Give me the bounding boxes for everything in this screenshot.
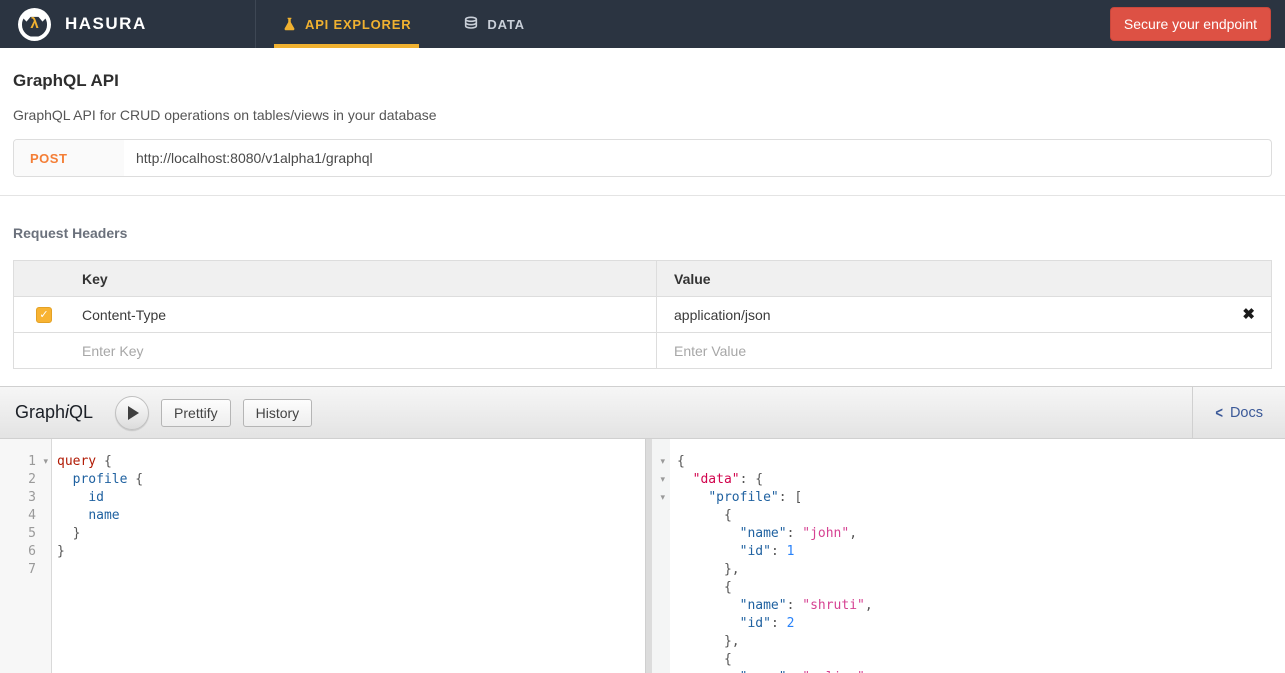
tab-api-explorer[interactable]: API EXPLORER (256, 0, 437, 48)
brand-name: HASURA (65, 14, 147, 34)
page-subtitle: GraphQL API for CRUD operations on table… (13, 107, 1272, 123)
line-number: 5 (28, 526, 36, 541)
code-line: "name": "shruti", (677, 598, 1285, 616)
table-header-row: Key Value (14, 261, 1271, 297)
header-row-content-type: ✓ ✖ (14, 297, 1271, 333)
new-header-value-input[interactable] (674, 333, 1271, 368)
header-key-input[interactable] (82, 297, 656, 332)
line-number: 1 (28, 454, 36, 469)
gutter-row (652, 580, 670, 598)
gutter-row: 1▾ (0, 454, 51, 472)
query-editor[interactable]: 1▾234567 query { profile { id name }} (0, 439, 645, 673)
code-line: profile { (57, 472, 645, 490)
code-line (57, 562, 645, 580)
line-number: 4 (28, 508, 36, 523)
gutter-row (652, 616, 670, 634)
pane-resize-handle[interactable] (645, 439, 652, 673)
history-button[interactable]: History (243, 399, 313, 427)
gutter-row (652, 652, 670, 670)
code-line: } (57, 526, 645, 544)
gutter-row (652, 508, 670, 526)
code-line: query { (57, 454, 645, 472)
code-line: name (57, 508, 645, 526)
response-code: { "data": { "profile": [ { "name": "john… (670, 439, 1285, 673)
brand: λ HASURA (0, 0, 255, 48)
graphiql-logo: GraphiQL (15, 402, 93, 423)
column-header-key: Key (14, 271, 108, 287)
remove-header-icon[interactable]: ✖ (1242, 307, 1255, 322)
navbar-tabs: API EXPLORER DATA (256, 0, 551, 48)
secure-endpoint-button[interactable]: Secure your endpoint (1110, 7, 1271, 41)
gutter-row: ▾ (652, 472, 670, 490)
execute-query-button[interactable] (115, 396, 149, 430)
tab-label: DATA (487, 17, 524, 32)
line-number: 3 (28, 490, 36, 505)
header-enabled-checkbox[interactable]: ✓ (36, 307, 52, 323)
line-number: 2 (28, 472, 36, 487)
gutter-row: ▾ (652, 490, 670, 508)
gutter-row (652, 544, 670, 562)
database-icon (463, 16, 479, 32)
prettify-button[interactable]: Prettify (161, 399, 231, 427)
docs-toggle-button[interactable]: < Docs (1192, 387, 1285, 438)
docs-label: Docs (1230, 405, 1263, 421)
code-line: { (677, 652, 1285, 670)
hasura-logo-icon: λ (18, 8, 51, 41)
fold-arrow-icon[interactable]: ▾ (43, 456, 48, 467)
http-method-badge: POST (14, 140, 124, 176)
request-headers-title: Request Headers (13, 225, 1272, 241)
code-line: "profile": [ (677, 490, 1285, 508)
code-line: { (677, 508, 1285, 526)
gutter-row: 7 (0, 562, 51, 580)
code-line: }, (677, 634, 1285, 652)
gutter-row: 6 (0, 544, 51, 562)
tab-data[interactable]: DATA (437, 0, 550, 48)
gutter-row: ▾ (652, 454, 670, 472)
gutter-row (652, 562, 670, 580)
gutter-row (652, 598, 670, 616)
flask-icon (282, 16, 297, 32)
gutter-row (652, 634, 670, 652)
header-value-input[interactable] (674, 297, 1234, 332)
code-line: } (57, 544, 645, 562)
gutter-row (652, 526, 670, 544)
tab-label: API EXPLORER (305, 17, 411, 32)
play-icon (128, 406, 139, 420)
new-header-row (14, 333, 1271, 368)
gutter-row: 3 (0, 490, 51, 508)
gutter-row: 4 (0, 508, 51, 526)
section-divider (0, 195, 1285, 196)
code-line: "id": 1 (677, 544, 1285, 562)
code-line: { (677, 454, 1285, 472)
fold-arrow-icon[interactable]: ▾ (660, 456, 665, 467)
top-navbar: λ HASURA API EXPLORER DATA Secure (0, 0, 1285, 48)
page-title: GraphQL API (13, 71, 1272, 91)
code-line: "id": 2 (677, 616, 1285, 634)
endpoint-box: POST http://localhost:8080/v1alpha1/grap… (13, 139, 1272, 177)
line-number: 7 (28, 562, 36, 577)
fold-arrow-icon[interactable]: ▾ (660, 474, 665, 485)
line-number-gutter: 1▾234567 (0, 439, 52, 673)
fold-arrow-icon[interactable]: ▾ (660, 492, 665, 503)
code-line: "name": "john", (677, 526, 1285, 544)
response-viewer: ▾ ▾ ▾ { "data": { "profile": [ { "name": "… (652, 439, 1285, 673)
chevron-left-icon: < (1215, 404, 1223, 422)
graphiql-toolbar: GraphiQL Prettify History < Docs (0, 387, 1285, 439)
query-code[interactable]: query { profile { id name }} (52, 439, 645, 673)
fold-gutter: ▾ ▾ ▾ (652, 439, 670, 673)
line-number: 6 (28, 544, 36, 559)
code-line: id (57, 490, 645, 508)
endpoint-url: http://localhost:8080/v1alpha1/graphql (124, 150, 373, 166)
code-line: "data": { (677, 472, 1285, 490)
code-line: { (677, 580, 1285, 598)
column-header-value: Value (674, 271, 711, 287)
gutter-row: 5 (0, 526, 51, 544)
gutter-row: 2 (0, 472, 51, 490)
new-header-key-input[interactable] (82, 333, 656, 368)
code-line: }, (677, 562, 1285, 580)
request-headers-table: Key Value ✓ ✖ (13, 260, 1272, 369)
graphiql-panel: GraphiQL Prettify History < Docs 1▾23456… (0, 386, 1285, 673)
